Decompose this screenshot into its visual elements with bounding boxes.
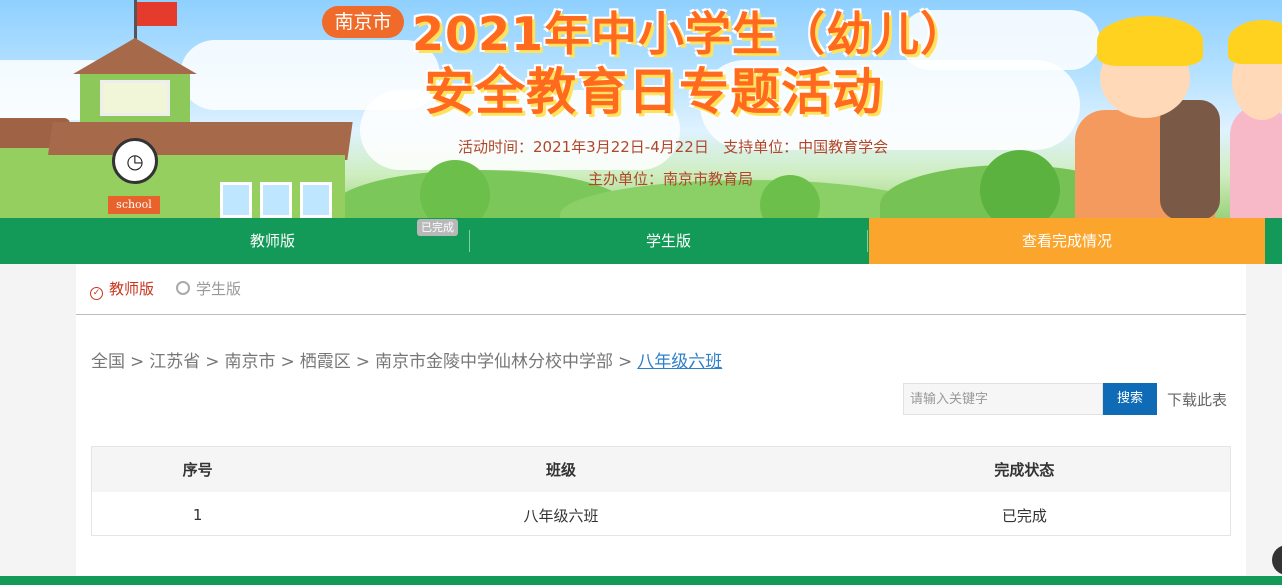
- cell-status: 已完成: [1001, 506, 1047, 525]
- radio-circle-icon: [176, 281, 190, 295]
- column-header-class: 班级: [304, 446, 818, 492]
- tab-student[interactable]: 学生版: [176, 278, 241, 299]
- table-row: 1 八年级六班 已完成: [91, 492, 1231, 538]
- nav-student-version[interactable]: 学生版: [470, 218, 867, 264]
- nav-teacher-version[interactable]: 教师版: [76, 218, 469, 264]
- breadcrumb-current[interactable]: 八年级六班: [637, 352, 722, 372]
- banner-info-line1: 活动时间：2021年3月22日-4月22日 支持单位：中国教育学会: [458, 138, 889, 156]
- tab-teacher[interactable]: ✓ 教师版: [90, 278, 155, 300]
- breadcrumb-item[interactable]: 栖霞区: [300, 352, 351, 372]
- school-window: [260, 182, 292, 218]
- breadcrumb-item[interactable]: 南京市金陵中学仙林分校中学部: [375, 352, 613, 372]
- school-sign: school: [108, 196, 160, 214]
- banner-info-line2: 主办单位：南京市教育局: [588, 170, 754, 188]
- school-window: [300, 182, 332, 218]
- school-roof: [73, 38, 197, 74]
- city-badge: 南京市: [322, 6, 404, 38]
- breadcrumb-item[interactable]: 南京市: [225, 352, 276, 372]
- header-banner: ◷ school 南京市 2021年中小学生（幼儿） 安全教育日专题活动 活动时…: [0, 0, 1282, 218]
- search-input[interactable]: [903, 383, 1103, 415]
- nav-view-completion[interactable]: 查看完成情况: [869, 218, 1265, 264]
- clock-icon: ◷: [112, 138, 158, 184]
- tab-teacher-label: 教师版: [109, 280, 155, 298]
- helmet-icon: [1097, 16, 1203, 66]
- bell-window: [100, 80, 170, 116]
- column-header-status: 完成状态: [817, 446, 1231, 492]
- download-table-link[interactable]: 下载此表: [1167, 389, 1227, 410]
- version-nav: 教师版 学生版 查看完成情况: [0, 218, 1282, 264]
- cell-index: 1: [192, 506, 203, 524]
- breadcrumb-item[interactable]: 全国: [91, 352, 125, 372]
- check-circle-icon: ✓: [90, 287, 103, 300]
- completion-table: 序号 班级 完成状态 1 八年级六班 已完成: [91, 446, 1231, 538]
- table-header-row: 序号 班级 完成状态: [91, 446, 1231, 492]
- school-window: [220, 182, 252, 218]
- divider: [76, 314, 1246, 315]
- floating-help-button[interactable]: [1272, 545, 1282, 575]
- cell-class: 八年级六班: [523, 506, 599, 525]
- banner-title-line2: 安全教育日专题活动: [424, 63, 883, 121]
- tab-student-label: 学生版: [196, 280, 242, 298]
- footer-bar: [0, 576, 1282, 585]
- completed-badge: 已完成: [417, 219, 458, 236]
- column-header-index: 序号: [91, 446, 305, 492]
- breadcrumb-item[interactable]: 江苏省: [149, 352, 200, 372]
- search-button[interactable]: 搜索: [1103, 383, 1157, 415]
- breadcrumb: 全国 > 江苏省 > 南京市 > 栖霞区 > 南京市金陵中学仙林分校中学部 > 八年级六班: [91, 352, 723, 372]
- flag-icon: [137, 2, 177, 26]
